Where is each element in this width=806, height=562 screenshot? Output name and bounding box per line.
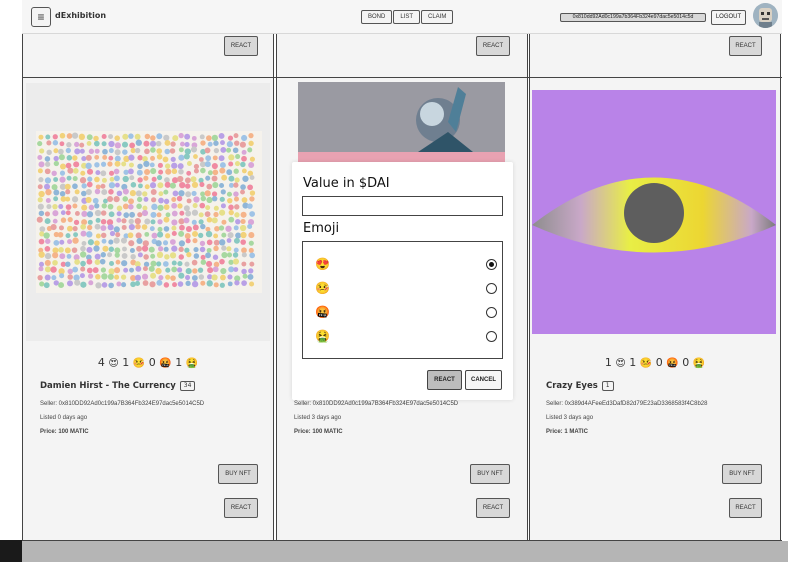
main-nav: BOND LIST CLAIM xyxy=(361,10,454,24)
card-3-count-3: 0 xyxy=(655,356,663,369)
crystal-artwork xyxy=(298,82,505,162)
emoji-options-box: 😍 🤒 🤬 🤮 xyxy=(302,241,503,359)
emoji-radio-2[interactable] xyxy=(486,282,497,294)
cursing-face-emoji-icon: 🤬 xyxy=(315,305,330,319)
card-3-edition-badge: 1 xyxy=(601,381,614,391)
sick-face-emoji-icon: 🤒 xyxy=(639,358,653,369)
vomiting-face-emoji-icon: 🤮 xyxy=(692,358,706,369)
card-3-count-1: 1 xyxy=(604,356,612,369)
card-1-title: Damien Hirst - The Currency 34 xyxy=(40,381,196,391)
prev-card-3-react-button[interactable]: REACT xyxy=(729,36,762,56)
cursing-face-emoji-icon: 🤬 xyxy=(159,358,172,369)
modal-react-button[interactable]: REACT xyxy=(427,370,462,390)
footer-bar xyxy=(22,541,788,562)
avatar[interactable] xyxy=(753,3,778,28)
card-3-react-button[interactable]: REACT xyxy=(729,498,762,518)
heart-eyes-emoji-icon: 😍 xyxy=(315,257,330,271)
app-title: dExhibition xyxy=(55,11,107,20)
prev-card-1-react-button[interactable]: REACT xyxy=(224,36,258,56)
card-3-buy-button[interactable]: BUY NFT xyxy=(722,464,762,484)
card-1-react-button[interactable]: REACT xyxy=(224,498,258,518)
logout-button[interactable]: LOGOUT xyxy=(711,10,746,25)
top-header: ≡ dExhibition BOND LIST CLAIM 0x810dd92A… xyxy=(22,0,782,34)
card-1-count-3: 0 xyxy=(148,356,156,369)
cursing-face-emoji-icon: 🤬 xyxy=(666,358,679,369)
sick-face-emoji-icon: 🤒 xyxy=(132,358,146,369)
value-input[interactable] xyxy=(302,196,503,216)
card-3-title-text: Crazy Eyes xyxy=(546,381,598,391)
card-1-count-4: 1 xyxy=(175,356,183,369)
card-3-listed: Listed 3 days ago xyxy=(546,415,594,421)
emoji-option-3[interactable]: 🤬 xyxy=(315,304,497,320)
card-2-react-button[interactable]: REACT xyxy=(476,498,510,518)
vomiting-face-emoji-icon: 🤮 xyxy=(315,329,330,343)
modal-cancel-button[interactable]: CANCEL xyxy=(465,370,502,390)
card-1-count-1: 4 xyxy=(97,356,105,369)
card-3-title: Crazy Eyes 1 xyxy=(546,381,614,391)
card-3-count-2: 1 xyxy=(629,356,637,369)
card-1-seller: Seller: 0x810DD92Ad0c199a7B364Fb324E97da… xyxy=(40,401,205,407)
card-1-count-2: 1 xyxy=(122,356,130,369)
vomiting-face-emoji-icon: 🤮 xyxy=(185,358,199,369)
nft-image-crazy-eyes[interactable] xyxy=(532,90,776,334)
card-3-price: Price: 1 MATIC xyxy=(546,429,588,435)
card-1-edition-badge: 34 xyxy=(179,381,196,391)
heart-eyes-emoji-icon: 😍 xyxy=(615,358,626,369)
card-2-seller: Seller: 0x810DD92Ad0c199a7B364Fb324E97da… xyxy=(294,401,459,407)
list-nav-button[interactable]: LIST xyxy=(393,10,421,24)
robot-avatar-icon xyxy=(753,3,778,28)
nft-image-dot-painting[interactable] xyxy=(26,83,270,341)
window-corner xyxy=(0,540,22,562)
emoji-radio-1[interactable] xyxy=(486,258,497,270)
card-2-listed: Listed 3 days ago xyxy=(294,415,342,421)
eye-artwork xyxy=(532,90,776,334)
value-label: Value in $DAI xyxy=(303,176,390,191)
card-1-buy-button[interactable]: BUY NFT xyxy=(218,464,258,484)
emoji-option-4[interactable]: 🤮 xyxy=(315,328,497,344)
claim-nav-button[interactable]: CLAIM xyxy=(421,10,454,24)
bond-nav-button[interactable]: BOND xyxy=(361,10,393,24)
emoji-label: Emoji xyxy=(303,221,340,236)
card-3-reaction-stats: 1 😍 1 🤒 0 🤬 0 🤮 xyxy=(529,356,781,369)
card-2-price: Price: 100 MATIC xyxy=(294,429,343,435)
row-divider xyxy=(22,77,782,78)
card-2-buy-button[interactable]: BUY NFT xyxy=(470,464,510,484)
card-3-seller: Seller: 0x389d4AFeeEd3DafD82d79E23aD3368… xyxy=(546,401,708,407)
hamburger-menu-button[interactable]: ≡ xyxy=(31,7,51,27)
sick-face-emoji-icon: 🤒 xyxy=(315,281,330,295)
card-3-count-4: 0 xyxy=(682,356,690,369)
prev-card-2-react-button[interactable]: REACT xyxy=(476,36,510,56)
react-modal: Value in $DAI Emoji 😍 🤒 🤬 🤮 REACT CANCEL xyxy=(292,162,513,400)
card-1-reaction-stats: 4 😍 1 🤒 0 🤬 1 🤮 xyxy=(22,356,274,369)
heart-eyes-emoji-icon: 😍 xyxy=(108,358,119,369)
card-1-price: Price: 100 MATIC xyxy=(40,429,89,435)
hamburger-icon: ≡ xyxy=(37,10,45,24)
card-1-listed: Listed 0 days ago xyxy=(40,415,88,421)
card-1-title-text: Damien Hirst - The Currency xyxy=(40,381,176,391)
wallet-address: 0x810dd92Ad0c199a7b364Fb324e97dac5e5014c… xyxy=(560,13,706,22)
emoji-radio-4[interactable] xyxy=(486,330,497,342)
dot-painting-artwork xyxy=(26,83,270,341)
emoji-radio-3[interactable] xyxy=(486,306,497,318)
nft-image-crystal[interactable] xyxy=(298,82,505,162)
emoji-option-2[interactable]: 🤒 xyxy=(315,280,497,296)
emoji-option-1[interactable]: 😍 xyxy=(315,256,497,272)
